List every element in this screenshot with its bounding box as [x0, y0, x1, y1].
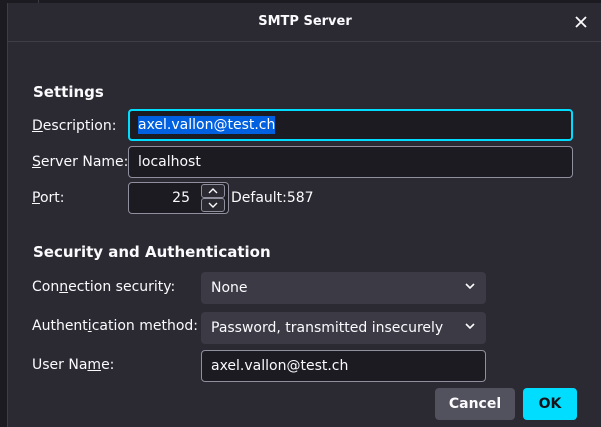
description-accesskey: D — [32, 118, 43, 134]
user-name-input[interactable]: axel.vallon@test.ch — [201, 350, 486, 382]
cancel-button[interactable]: Cancel — [435, 388, 515, 420]
authentication-method-value: Password, transmitted insecurely — [211, 320, 444, 336]
connection-security-value: None — [211, 280, 248, 296]
smtp-server-dialog: SMTP Server Settings Description: axel.v… — [7, 3, 601, 427]
settings-heading: Settings — [33, 83, 104, 101]
description-label: Description: — [32, 118, 116, 134]
chevron-up-icon — [208, 188, 218, 194]
port-default-text: Default:587 — [231, 190, 314, 206]
port-spin-buttons — [200, 184, 226, 212]
connection-security-label: Connection security: — [32, 279, 175, 295]
chevron-down-icon — [465, 323, 475, 330]
port-label-text: ort: — [39, 190, 65, 206]
authentication-method-label: Authentication method: — [32, 318, 198, 334]
connection-security-select[interactable]: None — [201, 272, 486, 304]
chevron-down-icon — [465, 283, 475, 290]
connection-security-label-pre: Con — [32, 279, 60, 295]
connection-security-label-post: ection security: — [68, 279, 176, 295]
user-name-label-pre: User Na — [32, 357, 88, 373]
port-value: 25 — [172, 190, 190, 206]
user-name-label: User Name: — [32, 357, 114, 373]
security-heading: Security and Authentication — [33, 243, 271, 261]
port-label: Port: — [32, 190, 64, 206]
port-increment-button[interactable] — [201, 184, 225, 198]
connection-security-accesskey: n — [59, 279, 69, 295]
user-name-label-post: e: — [101, 357, 115, 373]
server-name-accesskey: S — [32, 154, 41, 170]
authentication-method-label-pre: Authent — [32, 318, 88, 334]
ok-button[interactable]: OK — [523, 388, 577, 420]
close-icon — [575, 16, 587, 28]
port-accesskey: P — [32, 190, 40, 206]
chevron-down-icon — [208, 202, 218, 208]
authentication-method-label-post: cation method: — [91, 318, 199, 334]
dialog-title: SMTP Server — [258, 14, 352, 29]
server-name-value: localhost — [138, 154, 201, 170]
description-label-text: escription: — [42, 118, 117, 134]
server-name-input[interactable]: localhost — [128, 146, 573, 178]
server-name-label-text: erver Name: — [40, 154, 129, 170]
server-name-label: Server Name: — [32, 154, 128, 170]
description-input[interactable]: axel.vallon@test.ch — [128, 109, 573, 141]
port-decrement-button[interactable] — [201, 198, 225, 212]
user-name-value: axel.vallon@test.ch — [211, 358, 349, 374]
dialog-titlebar: SMTP Server — [8, 3, 601, 42]
close-button[interactable] — [570, 11, 592, 33]
description-value: axel.vallon@test.ch — [138, 116, 276, 134]
port-spinbox[interactable]: 25 — [128, 182, 229, 214]
authentication-method-select[interactable]: Password, transmitted insecurely — [201, 312, 486, 344]
user-name-accesskey: m — [87, 357, 102, 373]
